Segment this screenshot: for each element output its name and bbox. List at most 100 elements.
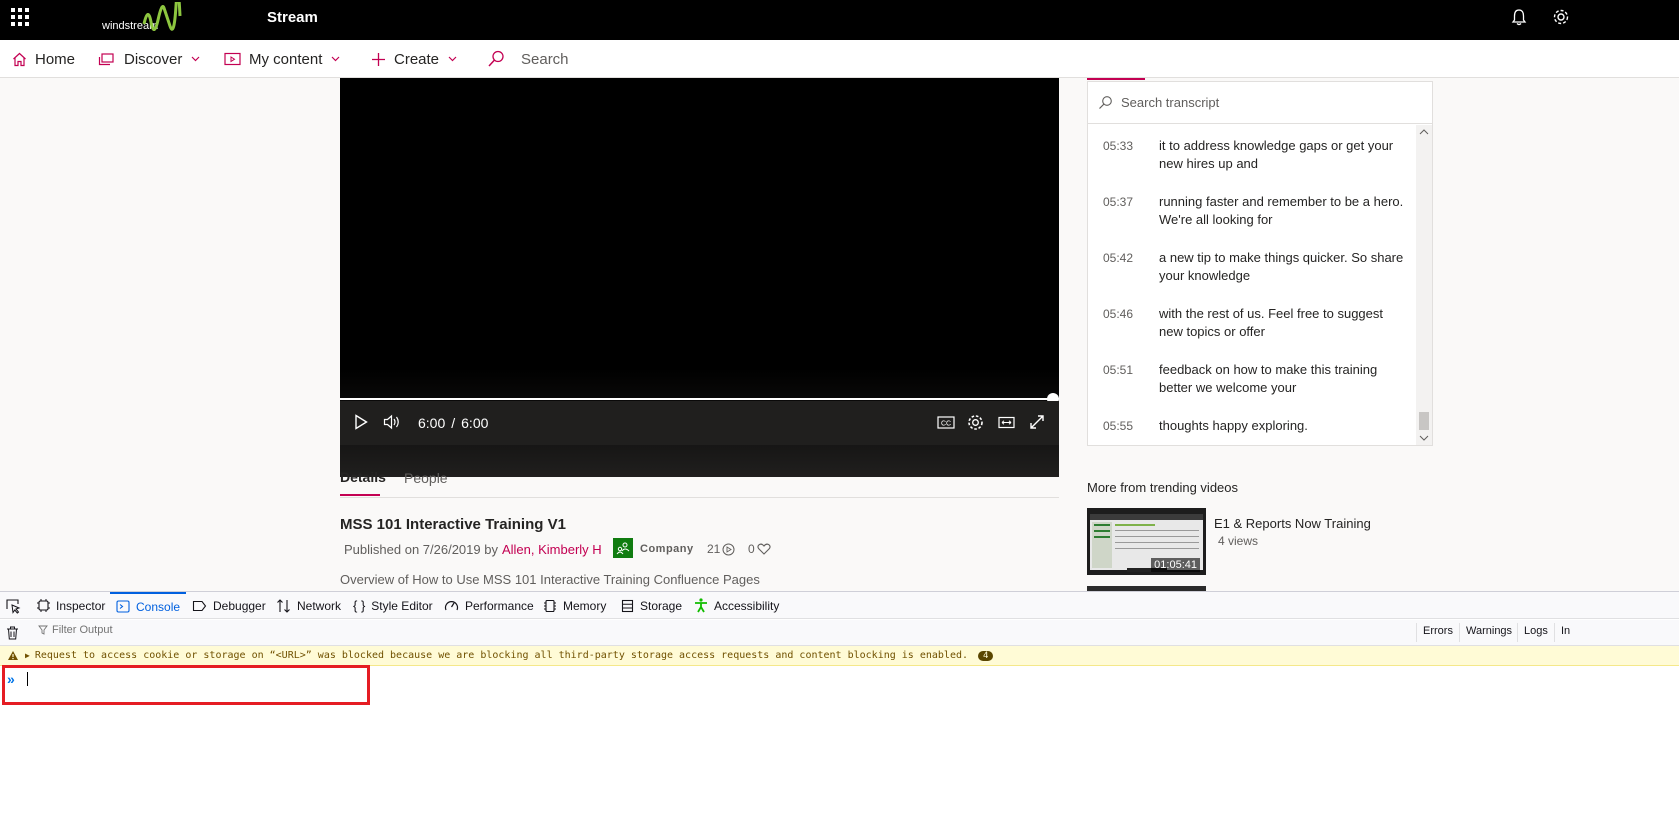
nav-bar: Home Discover My content Create	[0, 40, 1679, 78]
details-tabs: Details People	[340, 460, 1059, 498]
transcript-timestamp[interactable]: 05:51	[1103, 363, 1133, 377]
devtools-tab-label: Console	[136, 599, 181, 614]
chevron-down-icon	[331, 56, 340, 62]
trending-thumbnail[interactable]: 01:05:41	[1087, 508, 1206, 575]
transcript-panel: 05:33 it to address knowledge gaps or get…	[1087, 81, 1433, 446]
author-link[interactable]: Allen, Kimberly H	[502, 542, 602, 557]
console-filter-bar: Filter Output Errors Warnings Logs In	[0, 620, 1679, 646]
svg-text:CC: CC	[941, 421, 951, 428]
published-text: Published on 7/26/2019 by	[344, 542, 498, 557]
filter-placeholder: Filter Output	[52, 624, 113, 636]
search-icon[interactable]	[487, 50, 505, 68]
nav-search	[487, 40, 821, 78]
volume-icon[interactable]	[383, 414, 401, 430]
bell-icon[interactable]	[1510, 8, 1528, 26]
home-icon	[13, 52, 26, 66]
like-count[interactable]: 0	[748, 542, 771, 556]
heart-icon[interactable]	[757, 543, 771, 555]
thumbnail-duration: 01:05:41	[1151, 558, 1200, 572]
devtools-tab-inspector[interactable]: Inspector	[37, 592, 105, 619]
devtools-tab-accessibility[interactable]: Accessibility	[694, 592, 779, 619]
performance-icon	[444, 601, 459, 611]
devtools-tab-label: Accessibility	[714, 598, 780, 613]
trending-video-title[interactable]: E1 & Reports Now Training	[1214, 516, 1371, 531]
nav-my-content[interactable]: My content	[224, 40, 340, 78]
search-icon	[1099, 96, 1112, 109]
video-description: Overview of How to Use MSS 101 Interacti…	[340, 572, 760, 587]
active-tab-underline	[340, 494, 380, 496]
nav-discover-label: Discover	[124, 50, 183, 68]
devtools-tab-console[interactable]: Console	[110, 592, 187, 619]
view-count: 21	[707, 542, 735, 556]
filter-logs-button[interactable]: Logs	[1517, 623, 1554, 642]
nav-create[interactable]: Create	[371, 40, 457, 78]
console-prompt-icon: »	[7, 671, 15, 687]
theater-mode-icon[interactable]	[998, 416, 1015, 429]
devtools-tab-style-editor[interactable]: { } Style Editor	[353, 592, 433, 619]
scroll-down-icon[interactable]	[1416, 433, 1432, 443]
app-title[interactable]: Stream	[267, 9, 318, 26]
windstream-logo[interactable]: windstream	[102, 2, 187, 36]
nav-discover[interactable]: Discover	[98, 40, 200, 78]
company-label: Company	[640, 543, 694, 555]
filter-warnings-button[interactable]: Warnings	[1459, 623, 1518, 642]
closed-captions-icon[interactable]: CC	[937, 416, 955, 429]
time-display: 6:00 / 6:00	[418, 415, 494, 431]
transcript-timestamp[interactable]: 05:33	[1103, 139, 1133, 153]
accessibility-icon	[695, 598, 707, 613]
settings-icon[interactable]	[967, 414, 984, 431]
tab-people[interactable]: People	[404, 470, 448, 486]
transcript-text: thoughts happy exploring.	[1159, 418, 1308, 433]
publish-info: Published on 7/26/2019 by Allen, Kimberl…	[344, 542, 602, 557]
trending-video-views: 4 views	[1218, 534, 1259, 548]
scrollbar-thumb[interactable]	[1419, 412, 1429, 430]
transcript-timestamp[interactable]: 05:42	[1103, 251, 1133, 265]
transcript-timestamp[interactable]: 05:37	[1103, 195, 1133, 209]
element-picker-icon[interactable]	[5, 598, 21, 614]
warning-count-badge: 4	[978, 650, 994, 661]
fullscreen-icon[interactable]	[1029, 414, 1045, 430]
search-input[interactable]	[521, 50, 821, 68]
transcript-scrollbar[interactable]	[1416, 125, 1432, 445]
filter-info-button[interactable]: In	[1554, 623, 1576, 642]
storage-icon	[621, 599, 634, 612]
nav-home[interactable]: Home	[12, 40, 75, 78]
trash-icon[interactable]	[6, 626, 19, 640]
trending-heading: More from trending videos	[1087, 480, 1239, 495]
gear-icon[interactable]	[1552, 8, 1570, 26]
devtools-tab-storage[interactable]: Storage	[621, 592, 682, 619]
text-caret	[27, 672, 28, 686]
player-controls: 6:00 / 6:00 CC	[340, 401, 1059, 445]
progress-bar[interactable]	[340, 398, 1053, 400]
filter-errors-button[interactable]: Errors	[1416, 623, 1459, 642]
devtools-tab-debugger[interactable]: Debugger	[192, 592, 266, 619]
transcript-timestamp[interactable]: 05:55	[1103, 419, 1133, 433]
scroll-up-icon[interactable]	[1416, 127, 1432, 137]
transcript-timestamp[interactable]: 05:46	[1103, 307, 1133, 321]
play-icon[interactable]	[354, 414, 368, 430]
devtools-tab-label: Inspector	[56, 598, 106, 613]
app-launcher-icon[interactable]	[11, 8, 29, 26]
console-icon	[116, 600, 130, 613]
devtools-tab-network[interactable]: Network	[276, 592, 341, 619]
top-bar: windstream Stream	[0, 0, 1679, 40]
console-warning-message[interactable]: ▶ Request to access cookie or storage on…	[0, 646, 1679, 666]
duration: 6:00	[461, 415, 489, 431]
devtools-tab-memory[interactable]: Memory	[543, 592, 606, 619]
style-editor-icon: { }	[353, 598, 366, 613]
tab-details[interactable]: Details	[340, 469, 386, 485]
video-player[interactable]: 6:00 / 6:00 CC	[340, 78, 1059, 477]
like-count-value: 0	[748, 542, 755, 556]
nav-create-label: Create	[394, 50, 440, 68]
expand-arrow-icon[interactable]: ▶	[25, 651, 30, 660]
transcript-search-input[interactable]	[1121, 95, 1421, 110]
plus-icon	[372, 52, 385, 66]
transcript-text: with the rest of us. Feel free to sugges…	[1159, 306, 1384, 339]
transcript-search	[1088, 82, 1432, 124]
filter-output-input[interactable]: Filter Output	[38, 624, 113, 636]
transcript-text: a new tip to make things quicker. So sha…	[1159, 250, 1404, 283]
console-input[interactable]	[26, 671, 356, 687]
windstream-wave-icon	[142, 2, 182, 31]
devtools-tab-performance[interactable]: Performance	[444, 592, 534, 619]
devtools-tab-label: Storage	[640, 598, 683, 613]
